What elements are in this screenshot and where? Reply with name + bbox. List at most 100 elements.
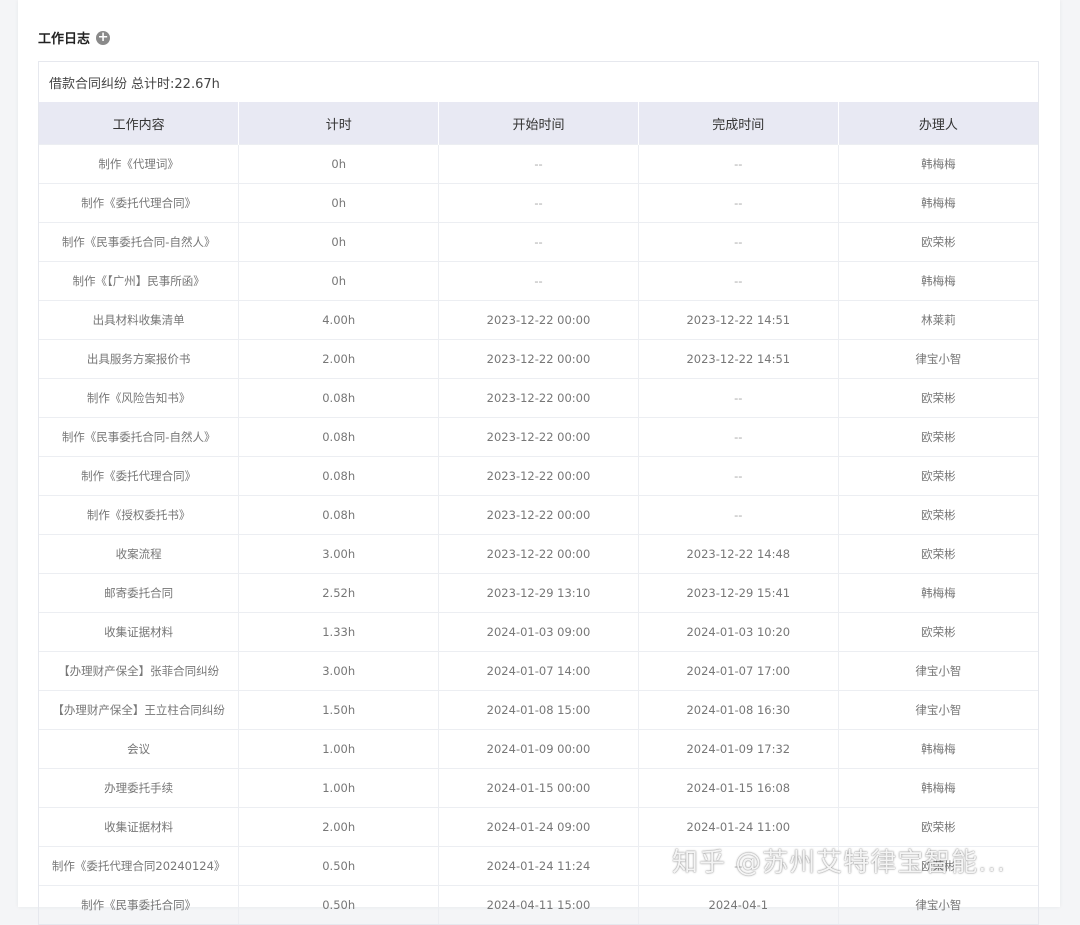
cell-start-time: 2024-01-07 14:00 [438, 651, 639, 691]
table-row: 制作《【广州】民事所函》 0h -- -- 韩梅梅 [39, 261, 1038, 301]
cell-assignee: 欧荣彬 [838, 495, 1038, 535]
cell-start-time: 2024-01-15 00:00 [438, 768, 639, 808]
cell-assignee: 欧荣彬 [838, 807, 1038, 847]
cell-start-time: 2024-01-03 09:00 [438, 612, 639, 652]
table-row: 制作《委托代理合同20240124》 0.50h 2024-01-24 11:24-… [39, 846, 1038, 886]
cell-content: 制作《【广州】民事所函》 [39, 261, 240, 301]
work-log-header: 工作日志 + [38, 28, 111, 47]
cell-duration: 2.00h [238, 339, 440, 379]
cell-end-time: -- [638, 144, 839, 184]
cell-start-time: 2024-01-08 15:00 [438, 690, 639, 730]
cell-duration: 1.50h [238, 690, 440, 730]
cell-duration: 1.00h [238, 768, 440, 808]
work-log-table: 工作内容 计时 开始时间 完成时间 办理人 制作《代理词》 0h -- -- 韩梅梅 制作… [39, 102, 1038, 924]
cell-assignee: 律宝小智 [838, 885, 1038, 924]
cell-content: 收案流程 [39, 534, 240, 574]
cell-assignee: 韩梅梅 [838, 183, 1038, 223]
cell-start-time: 2024-01-24 11:24 [438, 846, 639, 886]
cell-duration: 0.08h [238, 456, 440, 496]
case-name: 借款合同纠纷 [49, 76, 128, 92]
table-row: 收集证据材料 2.00h 2024-01-24 09:00 2024-01-24 11… [39, 807, 1038, 847]
cell-content: 出具服务方案报价书 [39, 339, 240, 379]
cell-start-time: -- [438, 183, 639, 223]
cell-duration: 0h [238, 222, 440, 262]
cell-end-time: -- [638, 456, 839, 496]
cell-start-time: 2023-12-22 00:00 [438, 495, 639, 535]
cell-end-time: 2024-01-09 17:32 [638, 729, 839, 769]
cell-assignee: 欧荣彬 [838, 417, 1038, 457]
cell-end-time: -- [638, 378, 839, 418]
cell-content: 制作《授权委托书》 [39, 495, 240, 535]
cell-content: 制作《代理词》 [39, 144, 240, 184]
cell-content: 会议 [39, 729, 240, 769]
cell-start-time: 2023-12-22 00:00 [438, 534, 639, 574]
cell-start-time: 2023-12-29 13:10 [438, 573, 639, 613]
table-row: 收集证据材料 1.33h 2024-01-03 09:00 2024-01-03 10… [39, 612, 1038, 652]
cell-content: 【办理财产保全】王立柱合同纠纷 [39, 690, 240, 730]
cell-duration: 0.50h [238, 846, 440, 886]
cell-end-time: -- [638, 222, 839, 262]
cell-assignee: 欧荣彬 [838, 846, 1038, 886]
column-header-duration: 计时 [238, 102, 440, 145]
cell-duration: 0.08h [238, 417, 440, 457]
cell-end-time: 2024-04-1 [638, 885, 839, 924]
cell-duration: 2.52h [238, 573, 440, 613]
table-row: 制作《民事委托合同-自然人》 0.08h 2023-12-22 00:00 -- 欧荣彬 [39, 417, 1038, 457]
cell-end-time: 2023-12-22 14:51 [638, 300, 839, 340]
cell-assignee: 欧荣彬 [838, 534, 1038, 574]
case-log-panel: 借款合同纠纷 总计时:22.67h 工作内容 计时 开始时间 完成时间 办理人 … [38, 61, 1039, 925]
cell-end-time: 2023-12-22 14:51 [638, 339, 839, 379]
cell-content: 邮寄委托合同 [39, 573, 240, 613]
cell-start-time: 2023-12-22 00:00 [438, 300, 639, 340]
cell-start-time: -- [438, 261, 639, 301]
cell-duration: 3.00h [238, 534, 440, 574]
cell-start-time: 2023-12-22 00:00 [438, 417, 639, 457]
cell-duration: 1.33h [238, 612, 440, 652]
cell-assignee: 欧荣彬 [838, 222, 1038, 262]
cell-end-time: -- [638, 846, 839, 886]
cell-content: 【办理财产保全】张菲合同纠纷 [39, 651, 240, 691]
cell-assignee: 韩梅梅 [838, 768, 1038, 808]
cell-start-time: 2023-12-22 00:00 [438, 456, 639, 496]
cell-content: 制作《民事委托合同-自然人》 [39, 417, 240, 457]
table-row: 办理委托手续 1.00h 2024-01-15 00:00 2024-01-15 16… [39, 768, 1038, 808]
cell-duration: 2.00h [238, 807, 440, 847]
cell-duration: 4.00h [238, 300, 440, 340]
cell-end-time: -- [638, 261, 839, 301]
cell-end-time: 2024-01-07 17:00 [638, 651, 839, 691]
table-header-row: 工作内容 计时 开始时间 完成时间 办理人 [39, 102, 1038, 145]
table-row: 制作《风险告知书》 0.08h 2023-12-22 00:00 -- 欧荣彬 [39, 378, 1038, 418]
table-row: 邮寄委托合同 2.52h 2023-12-29 13:10 2023-12-29 15… [39, 573, 1038, 613]
cell-assignee: 欧荣彬 [838, 378, 1038, 418]
table-row: 制作《民事委托合同-自然人》 0h -- -- 欧荣彬 [39, 222, 1038, 262]
cell-content: 制作《委托代理合同20240124》 [39, 846, 240, 886]
cell-start-time: -- [438, 144, 639, 184]
plus-circle-icon[interactable]: + [96, 30, 111, 45]
cell-assignee: 律宝小智 [838, 339, 1038, 379]
section-title: 工作日志 [38, 32, 91, 47]
cell-content: 收集证据材料 [39, 807, 240, 847]
cell-duration: 0h [238, 144, 440, 184]
cell-duration: 1.00h [238, 729, 440, 769]
cell-content: 制作《委托代理合同》 [39, 183, 240, 223]
cell-start-time: 2024-01-24 09:00 [438, 807, 639, 847]
cell-assignee: 律宝小智 [838, 690, 1038, 730]
column-header-content: 工作内容 [39, 102, 240, 145]
cell-duration: 0.08h [238, 495, 440, 535]
cell-start-time: 2024-01-09 00:00 [438, 729, 639, 769]
cell-start-time: 2023-12-22 00:00 [438, 378, 639, 418]
table-row: 出具服务方案报价书 2.00h 2023-12-22 00:00 2023-12-22… [39, 339, 1038, 379]
table-body: 制作《代理词》 0h -- -- 韩梅梅 制作《委托代理合同》 0h -- -- 韩梅梅 制作《民事… [39, 144, 1038, 924]
cell-content: 收集证据材料 [39, 612, 240, 652]
table-row: 制作《委托代理合同》 0.08h 2023-12-22 00:00 -- 欧荣彬 [39, 456, 1038, 496]
cell-assignee: 韩梅梅 [838, 144, 1038, 184]
table-row: 制作《委托代理合同》 0h -- -- 韩梅梅 [39, 183, 1038, 223]
cell-duration: 0h [238, 183, 440, 223]
column-header-assignee: 办理人 [838, 102, 1038, 145]
column-header-start-time: 开始时间 [438, 102, 639, 145]
cell-content: 制作《民事委托合同-自然人》 [39, 222, 240, 262]
table-row: 【办理财产保全】张菲合同纠纷 3.00h 2024-01-07 14:00 2024-… [39, 651, 1038, 691]
column-header-end-time: 完成时间 [638, 102, 839, 145]
cell-end-time: 2024-01-15 16:08 [638, 768, 839, 808]
case-total-time: 总计时:22.67h [131, 76, 220, 92]
